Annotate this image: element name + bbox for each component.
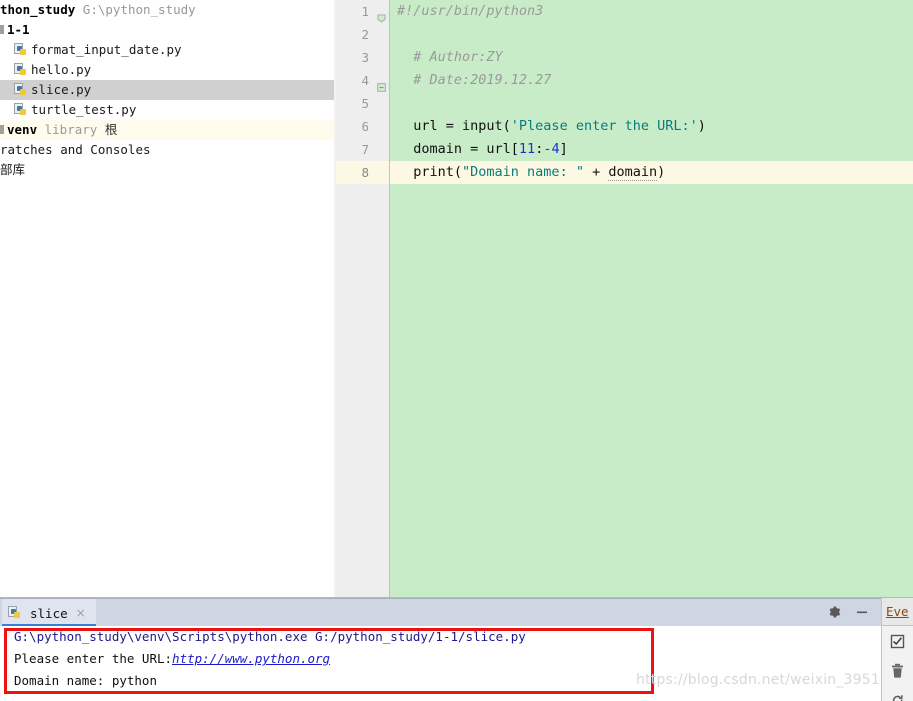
- python-file-icon: [14, 103, 27, 116]
- python-file-icon: [14, 63, 27, 76]
- gear-icon[interactable]: [827, 604, 841, 623]
- tree-item-label: hello.py: [31, 62, 92, 77]
- gutter-line-5[interactable]: 5: [336, 92, 389, 115]
- trash-icon[interactable]: [882, 656, 913, 686]
- tree-item--[interactable]: 部库: [0, 160, 334, 180]
- run-tab-bar[interactable]: slice ×: [0, 598, 881, 627]
- code-token-typo: domain: [608, 164, 658, 181]
- code-token-plain: ): [697, 118, 706, 134]
- gutter-line-2[interactable]: 2: [336, 23, 389, 46]
- checkbox-icon[interactable]: [882, 626, 913, 656]
- line-number: 7: [361, 142, 369, 157]
- tree-expander-handle[interactable]: [0, 25, 4, 34]
- tree-item-turtle-test-py[interactable]: turtle_test.py: [0, 100, 334, 120]
- fold-end-icon[interactable]: [377, 76, 386, 92]
- tree-item-format-input-date-py[interactable]: format_input_date.py: [0, 40, 334, 60]
- tree-item-extra: library: [37, 122, 98, 137]
- project-tree[interactable]: thon_study G:\python_study 1-1 format_inpu…: [0, 0, 334, 180]
- console-line-text: G:\python_study\venv\Scripts\python.exe …: [14, 629, 526, 644]
- tree-item-label: venv: [7, 122, 38, 137]
- gutter-line-8[interactable]: 8: [336, 161, 389, 184]
- tree-item-label: 1-1: [7, 22, 30, 37]
- pycharm-window: thon_study G:\python_study 1-1 format_inpu…: [0, 0, 913, 701]
- line-number: 4: [361, 73, 369, 88]
- tree-item-label: format_input_date.py: [31, 42, 182, 57]
- line-number: 1: [361, 4, 369, 19]
- editor-code-area[interactable]: #!/usr/bin/python3 # Author:ZY # Date:20…: [390, 0, 913, 597]
- gutter-line-1[interactable]: 1: [336, 0, 389, 23]
- code-line-6[interactable]: url = input('Please enter the URL:'): [390, 115, 913, 138]
- editor-gutter[interactable]: 1 2 3 4 5 6 7 8: [336, 0, 389, 597]
- tree-item-label: ratches and Consoles: [0, 142, 151, 157]
- code-token-plain: ]: [559, 141, 568, 157]
- gutter-line-4[interactable]: 4: [336, 69, 389, 92]
- code-line-5[interactable]: [390, 92, 913, 115]
- code-token-plain: ): [657, 164, 666, 180]
- tree-item-label: turtle_test.py: [31, 102, 137, 117]
- run-tab-label: slice: [30, 605, 68, 621]
- line-number: 8: [361, 165, 369, 180]
- run-tab-slice[interactable]: slice ×: [2, 599, 96, 627]
- line-number: 3: [361, 50, 369, 65]
- console-output[interactable]: G:\python_study\venv\Scripts\python.exe …: [0, 626, 881, 701]
- code-token-number: -4: [543, 141, 560, 157]
- tree-item-cn-label: 根: [97, 122, 118, 137]
- project-root-name: thon_study: [0, 2, 76, 17]
- tree-item-ratches-and-consoles[interactable]: ratches and Consoles: [0, 140, 334, 160]
- code-line-2[interactable]: [390, 23, 913, 46]
- console-line-0: G:\python_study\venv\Scripts\python.exe …: [0, 626, 881, 648]
- gutter-line-3[interactable]: 3: [336, 46, 389, 69]
- line-number: 5: [361, 96, 369, 111]
- project-root-path: G:\python_study: [75, 2, 196, 17]
- gutter-line-7[interactable]: 7: [336, 138, 389, 161]
- code-token-comment: # Date:2019.12.27: [397, 72, 552, 88]
- project-tool-window[interactable]: thon_study G:\python_study 1-1 format_inpu…: [0, 0, 334, 597]
- python-file-icon: [8, 605, 21, 619]
- tree-item-label: 部库: [0, 162, 26, 177]
- code-editor[interactable]: 1 2 3 4 5 6 7 8 #!/usr/bin/python3 # Author:ZY …: [336, 0, 913, 597]
- code-token-plain: url = input(: [397, 118, 511, 134]
- event-log-button[interactable]: Eve: [882, 598, 913, 626]
- console-line-1: Please enter the URL:http://www.python.o…: [0, 648, 881, 670]
- code-token-string: 'Please enter the URL:': [510, 118, 698, 134]
- code-token-plain: domain = url[: [397, 141, 519, 157]
- tree-item-venv[interactable]: venv library 根: [0, 120, 334, 140]
- line-number: 6: [361, 119, 369, 134]
- code-token-number: 11: [518, 141, 536, 157]
- tree-expander-handle[interactable]: [0, 125, 4, 134]
- console-prompt-text: Please enter the URL:: [14, 651, 173, 666]
- tree-item-1-1[interactable]: 1-1: [0, 20, 334, 40]
- right-tool-rail[interactable]: Eve: [881, 598, 913, 701]
- line-number: 2: [361, 27, 369, 42]
- code-token-comment: # Author:ZY: [397, 49, 503, 65]
- code-token-plain: print(: [397, 164, 463, 180]
- code-token-plain: +: [583, 164, 609, 180]
- fold-start-icon[interactable]: [377, 7, 386, 23]
- gutter-line-6[interactable]: 6: [336, 115, 389, 138]
- run-tab-bar-actions: [827, 599, 877, 627]
- python-file-icon: [14, 43, 27, 56]
- python-file-icon: [14, 83, 27, 96]
- code-token-comment: #!/usr/bin/python3: [397, 3, 544, 19]
- console-line-text: Domain name: python: [14, 673, 157, 688]
- tree-item-hello-py[interactable]: hello.py: [0, 60, 334, 80]
- code-token-string: "Domain name: ": [462, 164, 584, 180]
- tree-item-label: slice.py: [31, 82, 92, 97]
- code-line-4[interactable]: # Date:2019.12.27: [390, 69, 913, 92]
- rerun-icon[interactable]: [882, 686, 913, 701]
- code-line-3[interactable]: # Author:ZY: [390, 46, 913, 69]
- project-root-row[interactable]: thon_study G:\python_study: [0, 0, 334, 20]
- code-line-7[interactable]: domain = url[11:-4]: [390, 138, 913, 161]
- console-url-link[interactable]: http://www.python.org: [172, 651, 330, 666]
- minimize-icon[interactable]: [855, 604, 869, 623]
- code-line-1[interactable]: #!/usr/bin/python3: [390, 0, 913, 23]
- close-icon[interactable]: ×: [76, 606, 86, 620]
- tree-item-slice-py[interactable]: slice.py: [0, 80, 334, 100]
- watermark-text: https://blog.csdn.net/weixin_39510813: [636, 672, 913, 688]
- code-line-8[interactable]: print("Domain name: " + domain): [390, 161, 913, 184]
